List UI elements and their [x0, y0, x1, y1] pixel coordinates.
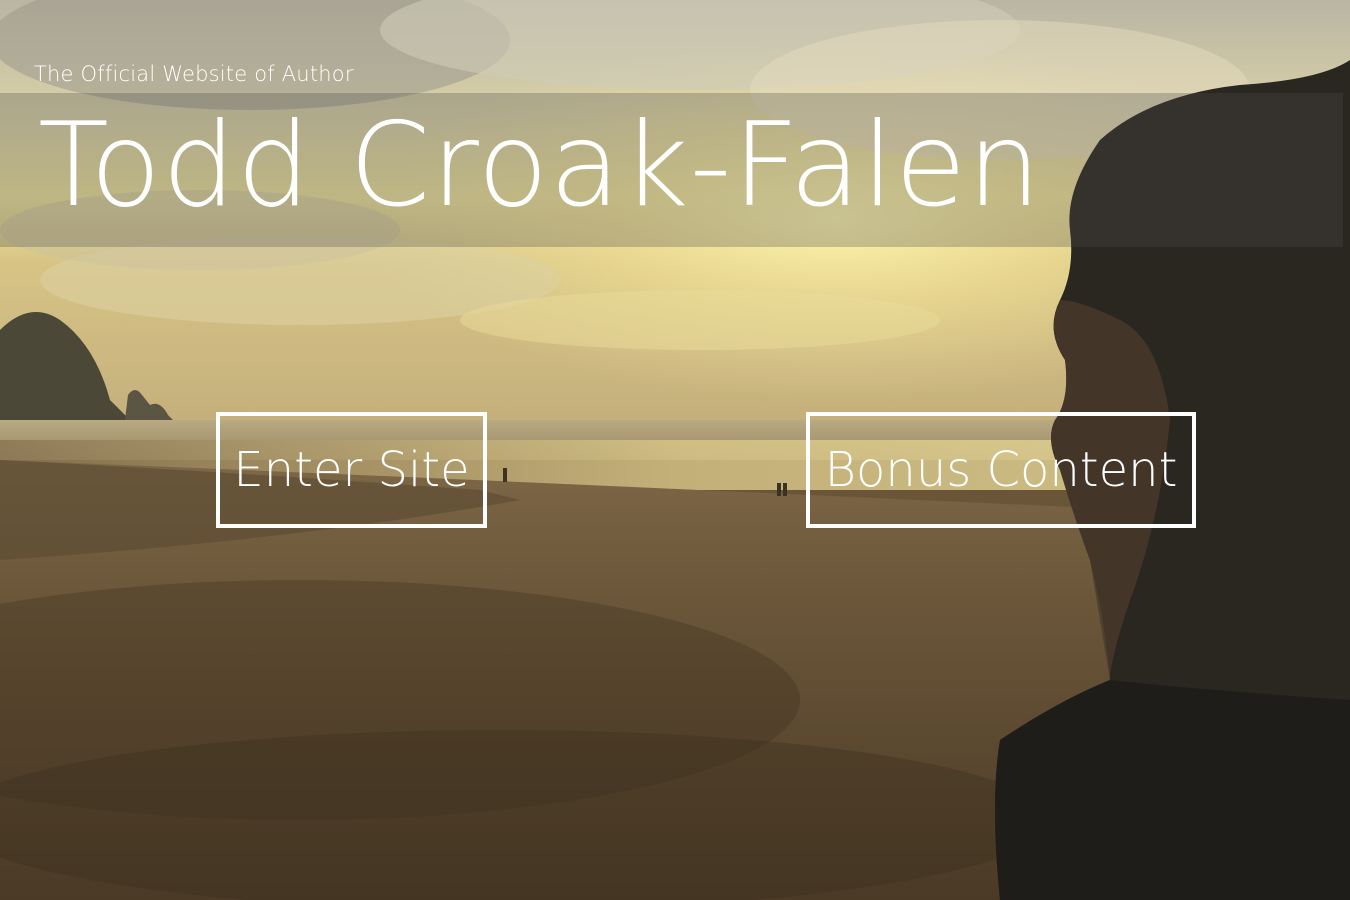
- site-tagline: The Official Website of Author: [34, 62, 354, 86]
- page-title: Todd Croak-Falen: [38, 98, 1042, 233]
- enter-site-button[interactable]: Enter Site: [216, 412, 487, 528]
- hero-section: The Official Website of Author Todd Croa…: [0, 0, 1350, 900]
- bonus-content-button[interactable]: Bonus Content: [806, 412, 1196, 528]
